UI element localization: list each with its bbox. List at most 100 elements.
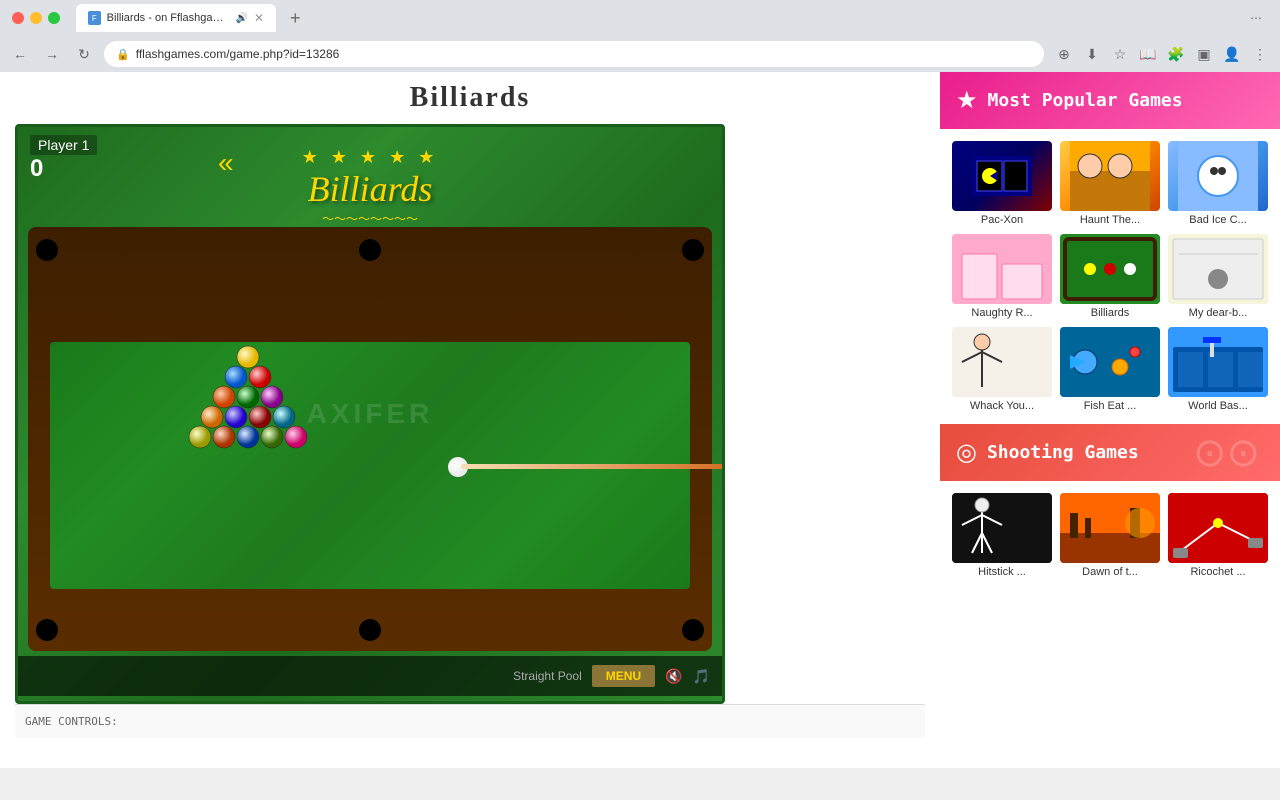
chevron-button[interactable]: « <box>218 147 234 179</box>
minimize-button[interactable] <box>30 12 42 24</box>
game-thumb-dawn <box>1060 493 1160 563</box>
shooting-title: Shooting Games <box>987 442 1139 463</box>
game-label-haunt: Haunt The... <box>1060 214 1160 226</box>
title-bar: F Billiards - on Fflashgames... 🔊 ✕ + ⋯ <box>0 0 1280 36</box>
game-thumb-whack <box>952 327 1052 397</box>
screen-search-button[interactable]: ⊕ <box>1052 42 1076 66</box>
game-thumb-billiards <box>1060 234 1160 304</box>
logo-wings: 〜〜〜〜〜〜〜〜 <box>302 210 439 227</box>
pool-table-border <box>28 227 712 651</box>
cue-stick <box>461 464 725 469</box>
game-menu-button[interactable]: MENU <box>592 665 655 687</box>
game-card-dawn[interactable]: Dawn of t... <box>1060 493 1160 578</box>
bookmark-button[interactable]: ☆ <box>1108 42 1132 66</box>
reading-mode-button[interactable]: 📖 <box>1136 42 1160 66</box>
game-label-fisheat: Fish Eat ... <box>1060 400 1160 412</box>
popular-header: ★ Most Popular Games <box>940 72 1280 129</box>
game-bottom-bar: Straight Pool MENU 🔇 🎵 <box>18 656 722 696</box>
game-label-dawn: Dawn of t... <box>1060 566 1160 578</box>
forward-button[interactable]: → <box>40 42 64 66</box>
game-container[interactable]: Player 1 0 « ★ ★ ★ ★ ★ Billiards 〜〜〜〜〜〜〜… <box>15 124 725 704</box>
browser-chrome: F Billiards - on Fflashgames... 🔊 ✕ + ⋯ … <box>0 0 1280 72</box>
game-label-pacxon: Pac-Xon <box>952 214 1052 226</box>
game-card-whack[interactable]: Whack You... <box>952 327 1052 412</box>
shooting-icon: ◎ <box>956 438 977 467</box>
shooting-header: ◎ Shooting Games <box>940 424 1280 481</box>
main-area: Billiards Player 1 0 « ★ ★ ★ ★ ★ Billiar… <box>0 72 940 768</box>
address-bar[interactable]: 🔒 fflashgames.com/game.php?id=13286 <box>104 41 1044 67</box>
game-card-fisheat[interactable]: Fish Eat ... <box>1060 327 1160 412</box>
game-mode: Straight Pool <box>513 669 582 683</box>
game-thumb-badice <box>1168 141 1268 211</box>
sidebar: ★ Most Popular Games Pac-Xon Haunt The..… <box>940 72 1280 768</box>
tab-title: Billiards - on Fflashgames... <box>107 12 230 24</box>
player-name: Player 1 <box>30 135 97 155</box>
tab-audio-icon[interactable]: 🔊 <box>235 13 247 24</box>
game-card-haunt[interactable]: Haunt The... <box>1060 141 1160 226</box>
game-thumb-fisheat <box>1060 327 1160 397</box>
game-card-billiards[interactable]: Billiards <box>1060 234 1160 319</box>
pocket-bottom-center <box>359 619 381 641</box>
game-card-hitstick[interactable]: Hitstick ... <box>952 493 1052 578</box>
game-thumb-haunt <box>1060 141 1160 211</box>
tab-close-button[interactable]: ✕ <box>254 11 264 25</box>
close-button[interactable] <box>12 12 24 24</box>
game-label-ricochet: Ricochet ... <box>1168 566 1268 578</box>
logo-stars: ★ ★ ★ ★ ★ <box>302 147 439 168</box>
page-content: Billiards Player 1 0 « ★ ★ ★ ★ ★ Billiar… <box>0 72 1280 768</box>
menu-button[interactable]: ⋮ <box>1248 42 1272 66</box>
popular-star-icon: ★ <box>956 86 978 115</box>
tab-favicon: F <box>88 11 101 25</box>
address-bar-row: ← → ↻ 🔒 fflashgames.com/game.php?id=1328… <box>0 36 1280 72</box>
maximize-button[interactable] <box>48 12 60 24</box>
player-bar: Player 1 0 <box>30 135 97 183</box>
active-tab[interactable]: F Billiards - on Fflashgames... 🔊 ✕ <box>76 4 276 32</box>
game-card-ricochet[interactable]: Ricochet ... <box>1168 493 1268 578</box>
game-card-naughty[interactable]: Naughty R... <box>952 234 1052 319</box>
profile-button[interactable]: 👤 <box>1220 42 1244 66</box>
game-thumb-naughty <box>952 234 1052 304</box>
page-title: Billiards <box>15 82 925 114</box>
sound-off-button[interactable]: 🔇 <box>665 668 682 685</box>
traffic-lights <box>12 12 60 24</box>
popular-title: Most Popular Games <box>988 90 1183 111</box>
back-button[interactable]: ← <box>8 42 32 66</box>
game-interior: Player 1 0 « ★ ★ ★ ★ ★ Billiards 〜〜〜〜〜〜〜… <box>18 127 722 701</box>
music-button[interactable]: 🎵 <box>693 668 710 685</box>
new-tab-button[interactable]: + <box>284 6 307 31</box>
sidebar-toggle-button[interactable]: ▣ <box>1192 42 1216 66</box>
game-logo: ★ ★ ★ ★ ★ Billiards 〜〜〜〜〜〜〜〜 <box>302 147 439 227</box>
pocket-bottom-left <box>36 619 58 641</box>
logo-text: Billiards <box>302 168 439 210</box>
game-card-pacxon[interactable]: Pac-Xon <box>952 141 1052 226</box>
download-button[interactable]: ⬇ <box>1080 42 1104 66</box>
popular-section: ★ Most Popular Games Pac-Xon Haunt The..… <box>940 72 1280 424</box>
game-card-worldbas[interactable]: World Bas... <box>1168 327 1268 412</box>
game-label-whack: Whack You... <box>952 400 1052 412</box>
popular-games-grid: Pac-Xon Haunt The... Bad Ice C... <box>940 129 1280 424</box>
shooting-section: ◎ Shooting Games Hitstick ... Dawn of t.… <box>940 424 1280 590</box>
game-card-badice[interactable]: Bad Ice C... <box>1168 141 1268 226</box>
ball-rack <box>148 327 348 507</box>
game-label-mydear: My dear-b... <box>1168 307 1268 319</box>
pocket-top-right <box>682 239 704 261</box>
game-card-mydear[interactable]: My dear-b... <box>1168 234 1268 319</box>
game-thumb-pacxon <box>952 141 1052 211</box>
shooting-games-grid: Hitstick ... Dawn of t... Ricochet ... <box>940 481 1280 590</box>
controls-label: GAME CONTROLS: <box>25 715 118 728</box>
security-icon: 🔒 <box>116 48 130 61</box>
player-score: 0 <box>30 155 97 183</box>
window-controls: ⋯ <box>1244 6 1268 30</box>
url-text: fflashgames.com/game.php?id=13286 <box>136 47 1032 61</box>
extension-button[interactable]: 🧩 <box>1164 42 1188 66</box>
game-thumb-ricochet <box>1168 493 1268 563</box>
game-label-worldbas: World Bas... <box>1168 400 1268 412</box>
game-thumb-hitstick <box>952 493 1052 563</box>
browser-actions: ⊕ ⬇ ☆ 📖 🧩 ▣ 👤 ⋮ <box>1052 42 1272 66</box>
game-label-hitstick: Hitstick ... <box>952 566 1052 578</box>
pocket-top-left <box>36 239 58 261</box>
refresh-button[interactable]: ↻ <box>72 42 96 66</box>
game-thumb-mydear <box>1168 234 1268 304</box>
pocket-top-center <box>359 239 381 261</box>
game-label-badice: Bad Ice C... <box>1168 214 1268 226</box>
